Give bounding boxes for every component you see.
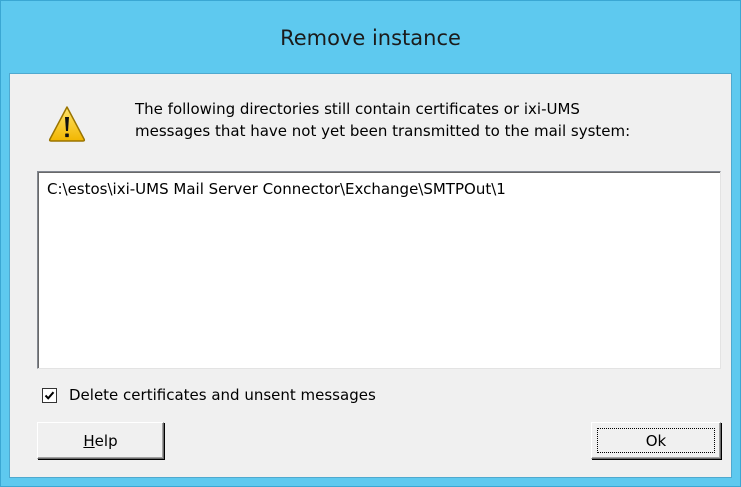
remove-instance-dialog: Remove instance The following directorie… <box>0 0 741 487</box>
dialog-message: The following directories still contain … <box>135 98 705 142</box>
delete-certificates-checkbox[interactable] <box>42 387 57 403</box>
help-accelerator: H <box>83 431 95 450</box>
list-item[interactable]: C:\estos\ixi-UMS Mail Server Connector\E… <box>47 179 506 199</box>
warning-icon <box>47 104 87 144</box>
title-bar[interactable]: Remove instance <box>1 1 740 77</box>
directories-list[interactable]: C:\estos\ixi-UMS Mail Server Connector\E… <box>37 171 721 369</box>
dialog-body: The following directories still contain … <box>9 73 732 478</box>
dialog-title: Remove instance <box>280 26 461 50</box>
message-line-1: The following directories still contain … <box>135 100 580 118</box>
checkbox-label: Delete certificates and unsent messages <box>69 386 376 404</box>
help-button-label: Help <box>83 432 117 450</box>
ok-button[interactable]: Ok <box>591 422 721 459</box>
message-line-2: messages that have not yet been transmit… <box>135 122 631 140</box>
help-label-rest: elp <box>94 431 118 450</box>
checkmark-icon <box>44 391 55 400</box>
ok-button-label: Ok <box>645 431 667 450</box>
delete-certificates-option[interactable]: Delete certificates and unsent messages <box>42 386 376 404</box>
help-button[interactable]: Help <box>37 422 164 459</box>
